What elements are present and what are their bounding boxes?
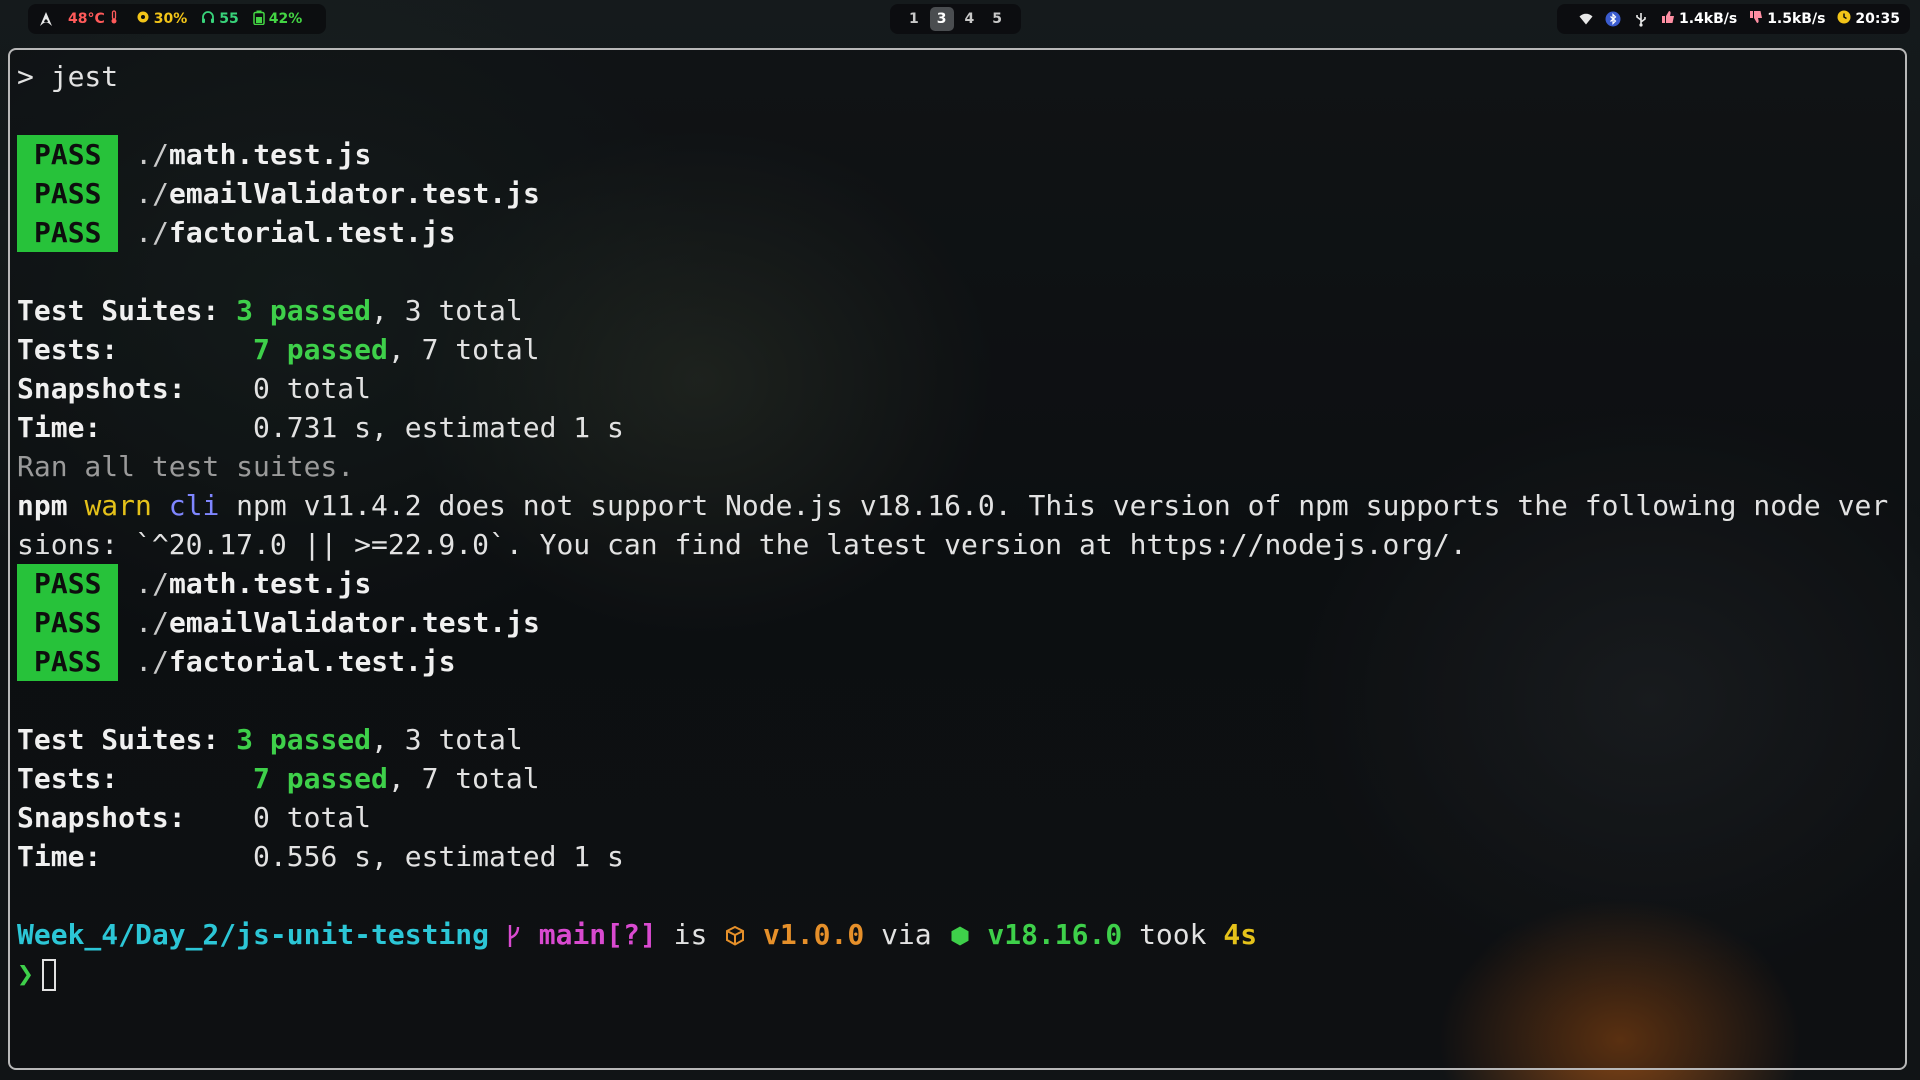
git-branch: main[?] (538, 918, 657, 951)
node-version: v18.16.0 (987, 918, 1123, 951)
pass-badge: PASS (17, 213, 119, 252)
terminal-output: > jest PASS ./math.test.js PASS ./emailV… (17, 57, 1905, 993)
prompt-symbol: ❯ (17, 957, 34, 990)
ran-all-message: Ran all test suites. (17, 450, 355, 483)
upload-speed-widget: 1.4kB/s (1661, 10, 1737, 28)
shell-prompt-info: Week_4/Day_2/js-unit-testing main[?] is … (17, 918, 1258, 951)
test-result-row: PASS ./factorial.test.js (17, 642, 1905, 681)
pass-badge: PASS (17, 174, 119, 213)
test-result-row: PASS ./emailValidator.test.js (17, 174, 1905, 213)
command-line: > jest (17, 60, 119, 93)
cpu-icon (136, 10, 150, 28)
time-summary: Time: 0.731 s, estimated 1 s (17, 411, 624, 444)
clock-widget[interactable]: 20:35 (1837, 10, 1900, 28)
test-file: emailValidator.test.js (169, 606, 540, 639)
volume-widget[interactable]: 55 (201, 10, 239, 28)
battery-value: 42% (268, 11, 303, 27)
package-icon (724, 918, 746, 951)
snapshots-summary: Snapshots: 0 total (17, 372, 372, 405)
npm-warning-continuation: sions: `^20.17.0 || >=22.9.0`. You can f… (17, 528, 1467, 561)
temperature-value: 48°C (68, 11, 105, 27)
download-speed: 1.5kB/s (1767, 11, 1826, 27)
test-file: emailValidator.test.js (169, 177, 540, 210)
test-result-row: PASS ./math.test.js (17, 135, 1905, 174)
terminal-window[interactable]: > jest PASS ./math.test.js PASS ./emailV… (8, 48, 1907, 1070)
headphones-icon (201, 10, 215, 28)
cpu-value: 30% (153, 11, 188, 27)
download-speed-widget: 1.5kB/s (1749, 10, 1825, 28)
test-result-row: PASS ./emailValidator.test.js (17, 603, 1905, 642)
tests-summary: Tests: 7 passed, 7 total (17, 333, 540, 366)
suites-summary: Test Suites: 3 passed, 3 total (17, 723, 523, 756)
volume-value: 55 (219, 11, 239, 27)
thermometer-icon (110, 10, 118, 28)
usb-icon[interactable] (1633, 11, 1649, 27)
thumbs-up-icon (1661, 10, 1675, 28)
test-file: factorial.test.js (169, 216, 456, 249)
workspace-4[interactable]: 4 (958, 7, 982, 31)
command-duration: 4s (1223, 918, 1258, 951)
workspace-3[interactable]: 3 (929, 7, 954, 31)
bluetooth-icon[interactable] (1605, 11, 1621, 27)
battery-icon (253, 10, 265, 29)
workspace-1[interactable]: 1 (902, 7, 926, 31)
current-path: Week_4/Day_2/js-unit-testing (17, 918, 490, 951)
pass-badge: PASS (17, 564, 119, 603)
status-bar-left: 48°C 30% 55 42% (28, 4, 327, 34)
wifi-icon[interactable] (1579, 13, 1593, 25)
input-line[interactable]: ❯ (17, 954, 1905, 993)
pass-badge: PASS (17, 642, 119, 681)
upload-speed: 1.4kB/s (1678, 11, 1738, 27)
status-bar: 48°C 30% 55 42% 1345 1.4kB/s 1.5kB/s 20:… (0, 0, 1920, 40)
temperature-widget: 48°C (68, 10, 122, 28)
clock-time: 20:35 (1855, 11, 1900, 27)
workspace-5[interactable]: 5 (985, 7, 1009, 31)
test-file: math.test.js (169, 567, 372, 600)
thumbs-down-icon (1749, 10, 1763, 28)
tests-summary: Tests: 7 passed, 7 total (17, 762, 540, 795)
clock-icon (1837, 10, 1851, 28)
suites-summary: Test Suites: 3 passed, 3 total (17, 294, 523, 327)
text-cursor (41, 959, 56, 991)
snapshots-summary: Snapshots: 0 total (17, 801, 372, 834)
nodejs-icon (949, 918, 971, 951)
test-result-row: PASS ./math.test.js (17, 564, 1905, 603)
cpu-widget: 30% (136, 10, 188, 28)
test-result-row: PASS ./factorial.test.js (17, 213, 1905, 252)
npm-warning-line: npm warn cli npm v11.4.2 does not suppor… (17, 489, 1889, 522)
test-file: math.test.js (169, 138, 372, 171)
git-branch-icon (506, 918, 522, 951)
package-version: v1.0.0 (763, 918, 865, 951)
test-file: factorial.test.js (169, 645, 456, 678)
time-summary: Time: 0.556 s, estimated 1 s (17, 840, 624, 873)
pass-badge: PASS (17, 603, 119, 642)
workspace-switcher: 1345 (890, 4, 1021, 34)
status-bar-right: 1.4kB/s 1.5kB/s 20:35 (1556, 4, 1910, 34)
pass-badge: PASS (17, 135, 119, 174)
battery-widget: 42% (253, 10, 303, 29)
arch-linux-icon[interactable] (38, 11, 54, 27)
